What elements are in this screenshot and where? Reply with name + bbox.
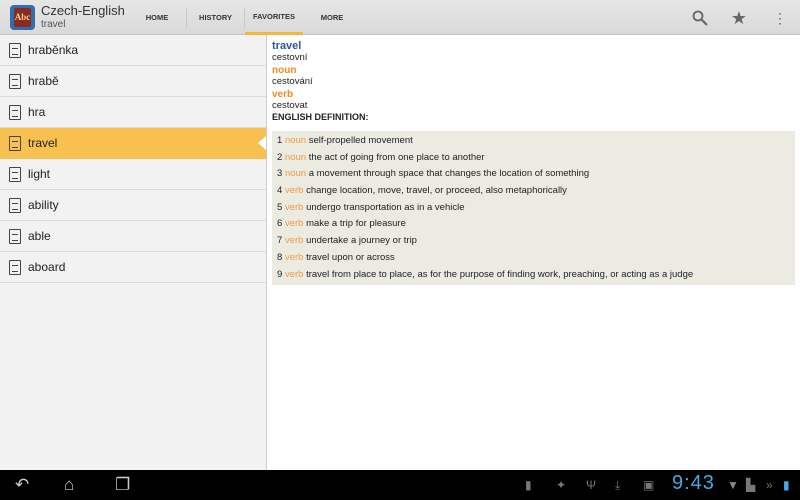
- definition-pos: verb: [284, 251, 304, 263]
- definition-text: make a trip for pleasure: [306, 218, 406, 230]
- definition-text: travel from place to place, as for the p…: [306, 268, 694, 280]
- definition-text: a movement through space that changes th…: [308, 168, 590, 180]
- document-icon: [9, 228, 21, 244]
- document-icon: [9, 42, 21, 58]
- wifi-icon: ▼: [727, 478, 739, 492]
- definition-item: 8 verb travel upon or across: [277, 250, 795, 267]
- definition-pos: verb: [284, 201, 304, 213]
- list-item[interactable]: hraběnka: [0, 35, 266, 66]
- home-icon[interactable]: ⌂: [64, 475, 74, 495]
- sync-icon: ▣: [643, 478, 655, 492]
- list-item[interactable]: hrabě: [0, 66, 266, 97]
- definition-text: undertake a journey or trip: [306, 235, 417, 247]
- keyboard-icon: ▙: [746, 478, 756, 492]
- definition-text: undergo transportation as in a vehicle: [306, 201, 465, 213]
- definition-pos: verb: [284, 185, 304, 197]
- entry-detail: travel cestovní noun cestování verb cest…: [266, 35, 800, 470]
- definition-item: 1 noun self-propelled movement: [277, 133, 795, 150]
- tab-home[interactable]: HOME: [128, 0, 186, 35]
- star-icon[interactable]: ★: [729, 8, 749, 28]
- list-item[interactable]: aboard: [0, 252, 266, 283]
- definition-item: 7 verb undertake a journey or trip: [277, 233, 795, 250]
- more-status-icon: »: [766, 478, 773, 492]
- system-bar: ↶ ⌂ ❐ ▮ ✦ Ψ ⤓ ▣ 9:43 ▼ ▙ » ▮: [0, 470, 800, 500]
- favorites-list: hraběnka hrabě hra travel light ability …: [0, 35, 266, 470]
- download-icon: ⤓: [615, 478, 621, 492]
- definition-pos: noun: [284, 135, 307, 146]
- definition-text: change location, move, travel, or procee…: [306, 185, 567, 197]
- list-item-selected[interactable]: travel: [0, 128, 266, 159]
- list-item-label: ability: [28, 198, 59, 212]
- clock: 9:43: [672, 472, 715, 494]
- app-title: Czech-English: [41, 3, 125, 18]
- list-item[interactable]: able: [0, 221, 266, 252]
- definition-item: 3 noun a movement through space that cha…: [277, 166, 795, 183]
- definition-number: 6: [277, 218, 283, 230]
- definition-pos: verb: [284, 268, 304, 280]
- definition-item: 5 verb undergo transportation as in a ve…: [277, 200, 795, 217]
- list-item-label: travel: [28, 136, 58, 150]
- translation: cestovat: [272, 100, 308, 111]
- document-icon: [9, 135, 21, 151]
- list-item[interactable]: light: [0, 159, 266, 190]
- definition-text: the act of going from one place to anoth…: [308, 151, 485, 163]
- list-item-label: able: [28, 229, 51, 243]
- overflow-menu-icon[interactable]: ⋮: [770, 8, 790, 28]
- definition-item: 4 verb change location, move, travel, or…: [277, 183, 795, 200]
- definition-heading: ENGLISH DEFINITION:: [272, 112, 369, 122]
- list-item-label: aboard: [28, 260, 66, 274]
- list-item-label: hraběnka: [28, 43, 79, 57]
- definition-number: 5: [277, 201, 283, 213]
- document-icon: [9, 259, 21, 275]
- document-icon: [9, 197, 21, 213]
- tab-more[interactable]: MORE: [303, 0, 361, 35]
- list-item-label: light: [28, 167, 51, 181]
- definition-number: 1: [277, 135, 283, 146]
- list-item-label: hra: [28, 105, 46, 119]
- search-icon[interactable]: [690, 8, 710, 28]
- definition-item: 2 noun the act of going from one place t…: [277, 150, 795, 167]
- definition-text: travel upon or across: [306, 251, 395, 263]
- definition-item: 9 verb travel from place to place, as fo…: [277, 267, 795, 284]
- app-logo-icon[interactable]: Abc: [10, 5, 35, 30]
- action-bar: Abc Czech-English travel HOME HISTORY FA…: [0, 0, 800, 35]
- sd-card-icon: ▮: [525, 478, 532, 492]
- tab-history[interactable]: HISTORY: [187, 0, 244, 35]
- definition-number: 8: [277, 251, 283, 263]
- definition-text: self-propelled movement: [308, 135, 413, 146]
- definition-number: 4: [277, 185, 283, 197]
- definition-number: 7: [277, 235, 283, 247]
- list-item[interactable]: hra: [0, 97, 266, 128]
- definition-pos: noun: [284, 151, 307, 163]
- usb-icon: Ψ: [586, 478, 597, 492]
- list-item-label: hrabě: [28, 74, 59, 88]
- definition-item: 6 verb make a trip for pleasure: [277, 216, 795, 233]
- definition-pos: noun: [284, 168, 307, 180]
- battery-icon: ▮: [783, 478, 790, 492]
- definitions-list: 1 noun self-propelled movement 2 noun the…: [272, 131, 795, 286]
- android-debug-icon: ✦: [556, 478, 567, 492]
- definition-pos: verb: [284, 218, 304, 230]
- definition-number: 9: [277, 268, 283, 280]
- document-icon: [9, 166, 21, 182]
- definition-number: 3: [277, 168, 283, 180]
- recent-apps-icon[interactable]: ❐: [115, 475, 130, 495]
- definition-pos: verb: [284, 235, 304, 247]
- part-of-speech: verb: [272, 89, 294, 100]
- list-item[interactable]: ability: [0, 190, 266, 221]
- part-of-speech: noun: [272, 65, 297, 76]
- translation: cestovní: [272, 52, 308, 63]
- document-icon: [9, 73, 21, 89]
- tab-favorites[interactable]: FAVORITES: [245, 0, 303, 35]
- document-icon: [9, 104, 21, 120]
- definition-number: 2: [277, 151, 283, 163]
- back-icon[interactable]: ↶: [15, 475, 29, 495]
- headword: travel: [272, 40, 302, 52]
- app-subtitle: travel: [41, 19, 66, 30]
- translation: cestování: [272, 76, 313, 87]
